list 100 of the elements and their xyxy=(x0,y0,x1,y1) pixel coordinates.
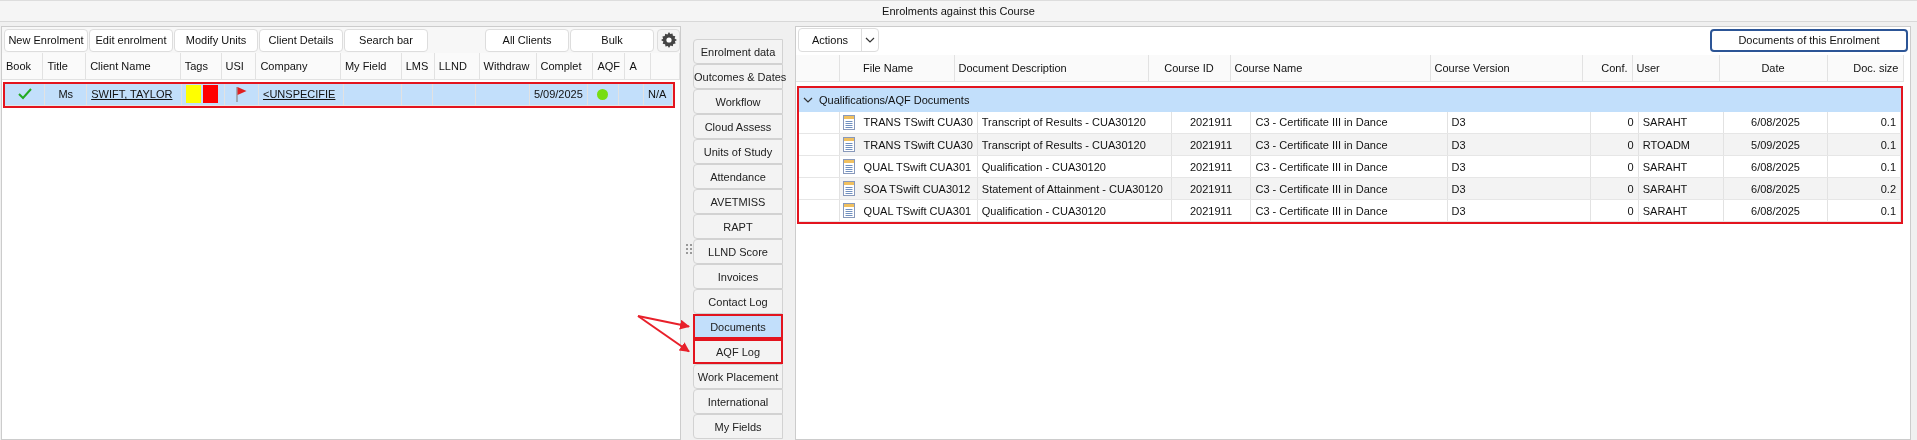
table-cell: 2021911 xyxy=(1190,204,1232,217)
column-header[interactable]: Withdraw xyxy=(479,53,536,79)
column-header[interactable]: LLND xyxy=(434,53,480,79)
column-header[interactable]: AQF xyxy=(592,53,625,79)
table-cell: Qualification - CUA30120 xyxy=(981,160,1106,173)
table-cell: C3 - Certificate III in Dance xyxy=(1255,116,1388,129)
column-header[interactable]: Complet xyxy=(536,53,593,79)
table-cell: 6/08/2025 xyxy=(1751,116,1800,129)
table-cell: D3 xyxy=(1451,160,1466,173)
table-cell: 5/09/2025 xyxy=(533,88,583,101)
table-cell: D3 xyxy=(1451,204,1466,217)
tab[interactable]: International xyxy=(693,389,783,414)
tab[interactable]: Attendance xyxy=(693,164,783,189)
table-cell: 6/08/2025 xyxy=(1751,204,1800,217)
table-cell: 0.1 xyxy=(1880,116,1896,129)
column-header[interactable]: Client Name xyxy=(85,53,181,79)
toolbar-button[interactable]: Modify Units xyxy=(174,28,258,52)
column-header[interactable]: Title xyxy=(42,53,86,79)
table-cell: 0.1 xyxy=(1880,160,1896,173)
table-cell: C3 - Certificate III in Dance xyxy=(1255,138,1388,151)
table-cell: 6/08/2025 xyxy=(1751,160,1800,173)
table-cell: SOA TSwift CUA3012 xyxy=(863,182,971,195)
table-cell: 0 xyxy=(1627,160,1634,173)
column-header[interactable]: A xyxy=(624,53,651,79)
table-cell: 2021911 xyxy=(1190,182,1232,195)
tab[interactable]: Work Placement xyxy=(693,364,783,389)
column-header[interactable]: Course Name xyxy=(1230,55,1430,81)
tab[interactable]: AVETMISS xyxy=(693,189,783,214)
tab[interactable]: Documents xyxy=(693,314,783,339)
tab[interactable]: Contact Log xyxy=(693,289,783,314)
actions-dropdown[interactable]: Actions xyxy=(798,28,879,52)
table-cell: 5/09/2025 xyxy=(1751,138,1800,151)
tab[interactable]: AQF Log xyxy=(693,339,783,364)
tab[interactable]: Cloud Assess xyxy=(693,114,783,139)
table-cell: D3 xyxy=(1451,116,1466,129)
table-cell: Ms xyxy=(58,88,74,101)
tab[interactable]: Invoices xyxy=(693,264,783,289)
table-cell: D3 xyxy=(1451,182,1466,195)
column-header[interactable]: Tags xyxy=(180,53,222,79)
grip-icon xyxy=(686,244,692,254)
table-cell: 0.1 xyxy=(1880,204,1896,217)
table-cell: SARAHT xyxy=(1642,116,1688,129)
table-cell: 0.1 xyxy=(1880,138,1896,151)
document-icon xyxy=(843,159,856,174)
column-header[interactable]: LMS xyxy=(401,53,435,79)
caret-icon xyxy=(865,37,875,43)
column-header[interactable]: My Field xyxy=(340,53,402,79)
table-cell: 2021911 xyxy=(1190,138,1232,151)
table-cell: 0 xyxy=(1627,204,1634,217)
table-cell: Transcript of Results - CUA30120 xyxy=(981,116,1146,129)
settings-icon xyxy=(660,32,677,48)
table-cell: RTOADM xyxy=(1642,138,1690,151)
column-header[interactable]: USI xyxy=(221,53,256,79)
column-header[interactable]: User xyxy=(1632,55,1719,81)
column-header[interactable]: Company xyxy=(255,53,341,79)
group-row[interactable]: Qualifications/AQF Documents xyxy=(799,87,1901,112)
document-icon xyxy=(843,137,856,152)
tab[interactable]: Units of Study xyxy=(693,139,783,164)
table-cell: Qualification - CUA30120 xyxy=(981,204,1106,217)
document-icon xyxy=(843,181,856,196)
table-cell: 0 xyxy=(1627,182,1634,195)
table-cell: N/A xyxy=(648,88,667,101)
column-header[interactable]: Doc. size xyxy=(1827,55,1903,81)
table-cell: C3 - Certificate III in Dance xyxy=(1255,182,1388,195)
column-header[interactable]: File Name xyxy=(859,55,954,81)
column-header[interactable]: Course ID xyxy=(1148,55,1230,81)
column-header[interactable]: Date xyxy=(1719,55,1827,81)
toolbar-button[interactable]: Edit enrolment xyxy=(89,28,173,52)
table-cell: QUAL TSwift CUA301 xyxy=(863,160,972,173)
documents-of-enrolment-button[interactable]: Documents of this Enrolment xyxy=(1710,28,1908,52)
table-cell: 0 xyxy=(1627,138,1634,151)
table-cell: C3 - Certificate III in Dance xyxy=(1255,204,1388,217)
tab[interactable]: Workflow xyxy=(693,89,783,114)
settings-button[interactable] xyxy=(657,28,680,52)
tab[interactable]: My Fields xyxy=(693,414,783,439)
table-cell: 2021911 xyxy=(1190,160,1232,173)
table-cell: 0.2 xyxy=(1880,182,1896,195)
table-cell: Statement of Attainment - CUA30120 xyxy=(981,182,1163,195)
tab[interactable]: LLND Score xyxy=(693,239,783,264)
toolbar-button[interactable]: New Enrolment xyxy=(4,28,88,52)
table-cell: 2021911 xyxy=(1190,116,1232,129)
table-cell: C3 - Certificate III in Dance xyxy=(1255,160,1388,173)
table-cell: Transcript of Results - CUA30120 xyxy=(981,138,1146,151)
table-cell: SARAHT xyxy=(1642,160,1688,173)
window-title: Enrolments against this Course xyxy=(882,5,1035,17)
column-header[interactable]: Book xyxy=(2,53,43,79)
table-cell: 0 xyxy=(1627,116,1634,129)
toolbar-button[interactable]: Client Details xyxy=(259,28,343,52)
table-cell: QUAL TSwift CUA301 xyxy=(863,204,972,217)
toolbar-button[interactable]: Bulk xyxy=(570,28,654,52)
column-header[interactable]: Conf. xyxy=(1582,55,1632,81)
toolbar-button[interactable]: Search bar xyxy=(344,28,428,52)
toolbar-button[interactable]: All Clients xyxy=(485,28,569,52)
column-header[interactable]: Document Description xyxy=(954,55,1148,81)
tab[interactable]: RAPT xyxy=(693,214,783,239)
tab[interactable]: Enrolment data xyxy=(693,39,783,64)
table-cell: TRANS TSwift CUA30 xyxy=(863,116,973,129)
table-cell: SARAHT xyxy=(1642,182,1688,195)
column-header[interactable]: Course Version xyxy=(1430,55,1582,81)
table-cell: 6/08/2025 xyxy=(1751,182,1800,195)
